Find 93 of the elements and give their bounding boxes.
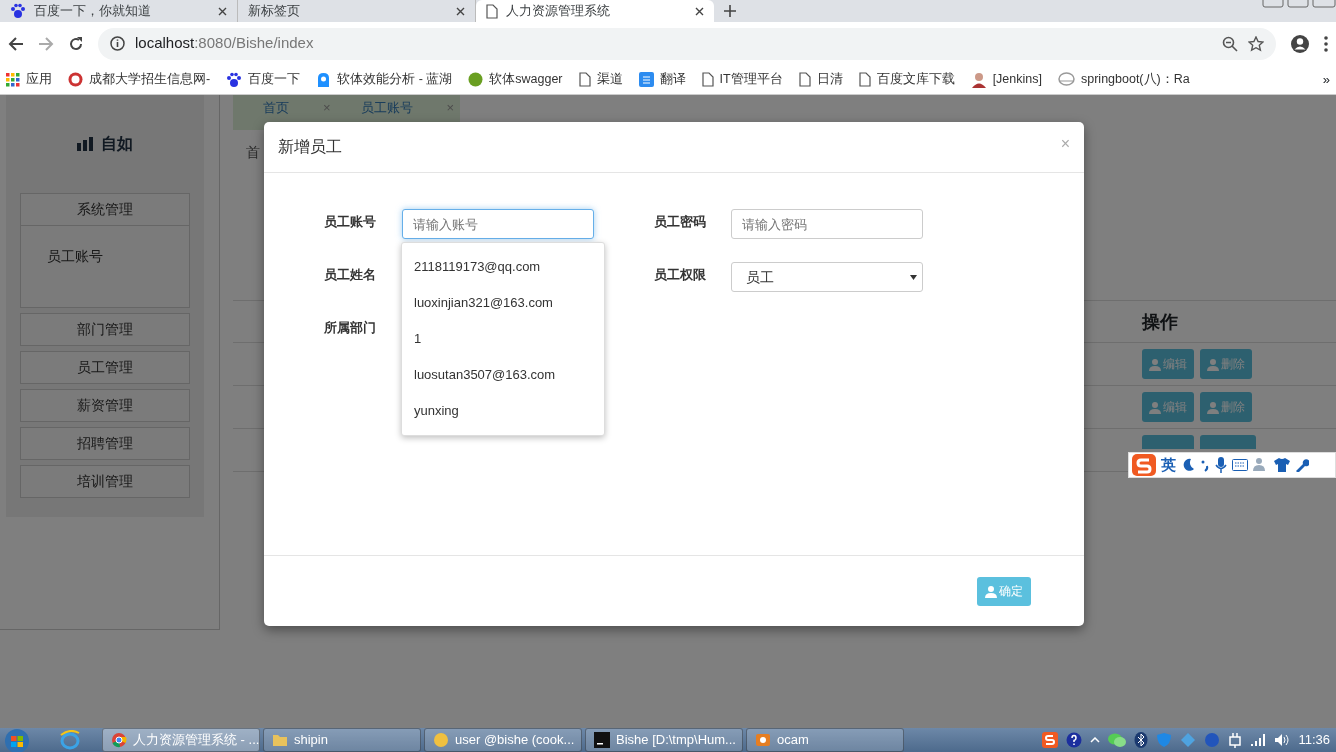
input-field[interactable]: 请输入账号 bbox=[402, 209, 594, 239]
menu-item[interactable]: 系统管理 bbox=[20, 193, 190, 226]
user-icon bbox=[1207, 357, 1219, 371]
wrench-icon[interactable] bbox=[1295, 458, 1309, 472]
user-icon bbox=[985, 584, 997, 598]
bookmark[interactable]: 翻译 bbox=[638, 70, 686, 89]
ime-mode-button[interactable]: 英 bbox=[1161, 453, 1176, 477]
url-text[interactable]: localhost:8080/Bishe/index bbox=[135, 32, 314, 55]
bookmark[interactable]: 软体效能分析 - 蓝湖 bbox=[316, 70, 453, 89]
suggestion-item[interactable]: yunxing bbox=[402, 393, 604, 429]
modal-title: 新增员工 bbox=[278, 137, 342, 157]
hat-icon bbox=[1058, 72, 1075, 87]
menu-item[interactable]: 招聘管理 bbox=[20, 427, 190, 460]
back-icon[interactable] bbox=[8, 35, 24, 52]
column-header: 操作 bbox=[1142, 311, 1178, 334]
zoom-out-icon[interactable] bbox=[1222, 35, 1238, 52]
avatar-icon bbox=[970, 71, 987, 88]
ime-logo-icon[interactable] bbox=[1042, 732, 1059, 748]
bookmark[interactable]: 应用 bbox=[6, 70, 52, 89]
browser-icon[interactable] bbox=[59, 730, 81, 750]
suggestion-item[interactable]: 1 bbox=[402, 321, 604, 357]
close-icon[interactable] bbox=[218, 6, 227, 16]
mascot-icon bbox=[316, 71, 332, 88]
seal-icon bbox=[68, 72, 83, 87]
camera-icon bbox=[755, 732, 771, 748]
chrome-icon bbox=[111, 732, 127, 748]
page-icon bbox=[798, 72, 811, 87]
paw-icon bbox=[10, 3, 26, 19]
menu-item[interactable]: 培训管理 bbox=[20, 465, 190, 498]
volume-icon[interactable] bbox=[1274, 733, 1291, 747]
bookmark[interactable]: 软体swagger bbox=[468, 70, 563, 89]
app-icon bbox=[433, 732, 449, 748]
help-icon[interactable] bbox=[1066, 732, 1083, 748]
microphone-icon[interactable] bbox=[1215, 457, 1227, 473]
bookmark[interactable]: 成都大学招生信息网- bbox=[68, 70, 211, 89]
square-icon bbox=[638, 72, 654, 87]
ide-icon bbox=[594, 732, 610, 748]
bookmark[interactable]: springboot(八)：Ra bbox=[1058, 70, 1190, 89]
input-field[interactable]: 请输入密码 bbox=[731, 209, 923, 239]
field-label: 员工密码 bbox=[654, 213, 707, 231]
signal-icon[interactable] bbox=[1250, 733, 1267, 747]
star-icon[interactable] bbox=[1248, 35, 1264, 52]
ime-logo-icon[interactable] bbox=[1132, 454, 1156, 476]
suggestion-item[interactable]: luosutan3507@163.com bbox=[402, 357, 604, 393]
keyboard-icon[interactable] bbox=[1232, 459, 1248, 471]
breadcrumb: 首 bbox=[246, 144, 260, 160]
logo-text: 自如 bbox=[101, 134, 133, 154]
bookmark[interactable]: 日清 bbox=[798, 70, 843, 89]
select-field[interactable]: 员工 bbox=[731, 262, 923, 292]
close-icon[interactable] bbox=[695, 6, 704, 16]
user-icon bbox=[1207, 400, 1219, 414]
folder-icon bbox=[272, 732, 288, 748]
punctuation-icon[interactable] bbox=[1200, 458, 1210, 472]
new-tab-icon[interactable] bbox=[724, 5, 736, 17]
apps-icon bbox=[6, 72, 20, 87]
chevron-up-icon[interactable] bbox=[1090, 737, 1101, 743]
submenu-item[interactable]: 员工账号 bbox=[47, 246, 163, 267]
chat-icon[interactable] bbox=[1108, 733, 1127, 747]
caret-icon bbox=[910, 274, 917, 280]
bookmark[interactable]: IT管理平台 bbox=[701, 70, 783, 89]
browser-tab[interactable]: 人力资源管理系统 bbox=[476, 0, 714, 22]
power-icon[interactable] bbox=[1228, 732, 1243, 748]
suggestion-item[interactable]: luoxinjian321@163.com bbox=[402, 285, 604, 321]
bookmark[interactable]: 百度文库下载 bbox=[858, 70, 955, 89]
circle-icon bbox=[468, 72, 484, 87]
menu-item[interactable]: 薪资管理 bbox=[20, 389, 190, 422]
moon-icon[interactable] bbox=[1181, 458, 1195, 472]
account-icon[interactable] bbox=[1290, 33, 1310, 54]
page-icon bbox=[701, 72, 714, 87]
clock-time: 11:36 bbox=[1298, 731, 1330, 750]
reload-icon[interactable] bbox=[68, 35, 84, 52]
user-icon bbox=[1149, 357, 1161, 371]
info-icon bbox=[110, 36, 125, 51]
menu-item[interactable]: 部门管理 bbox=[20, 313, 190, 346]
page-icon bbox=[486, 3, 498, 19]
bookmark[interactable]: 百度一下 bbox=[226, 70, 301, 89]
close-icon[interactable] bbox=[456, 6, 465, 16]
page-icon bbox=[578, 72, 591, 87]
bluetooth-icon[interactable] bbox=[1134, 732, 1149, 748]
bookmark[interactable]: [Jenkins] bbox=[970, 70, 1042, 89]
user-icon bbox=[1149, 400, 1161, 414]
page-icon bbox=[858, 72, 871, 87]
menu-item[interactable]: 员工管理 bbox=[20, 351, 190, 384]
suggestion-item[interactable]: 2118119173@qq.com bbox=[402, 249, 604, 285]
field-label: 所属部门 bbox=[324, 319, 377, 337]
more-icon[interactable] bbox=[1324, 35, 1328, 52]
field-label: 员工姓名 bbox=[324, 266, 377, 284]
shirt-icon[interactable] bbox=[1274, 458, 1290, 472]
overflow-button[interactable]: » bbox=[1322, 69, 1330, 90]
field-label: 员工权限 bbox=[654, 266, 707, 284]
field-label: 员工账号 bbox=[324, 213, 377, 231]
bookmark[interactable]: 渠道 bbox=[578, 70, 623, 89]
paw-icon bbox=[226, 71, 243, 88]
